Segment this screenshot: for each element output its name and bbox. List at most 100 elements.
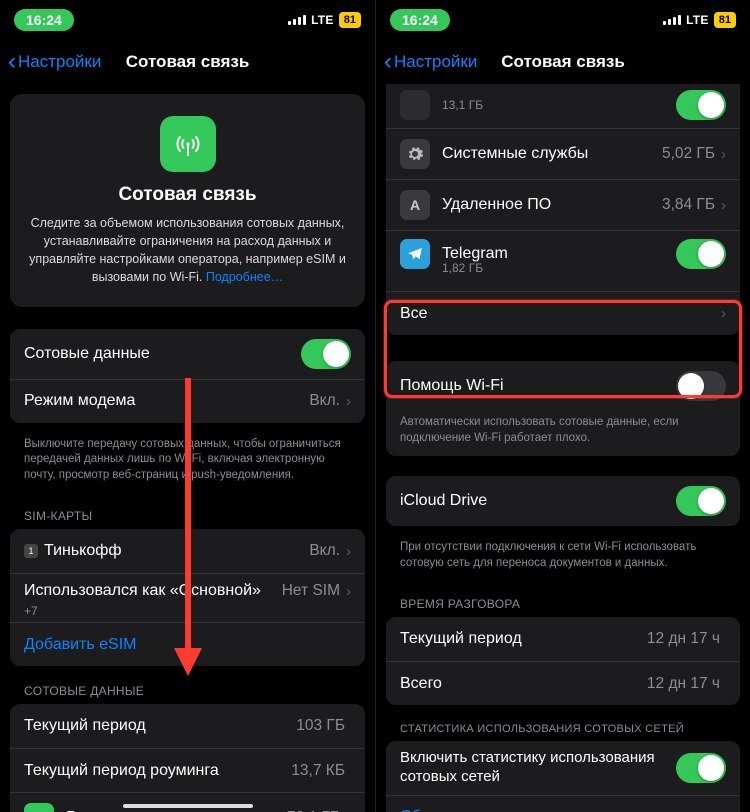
row-sublabel: 1,82 ГБ bbox=[442, 261, 483, 275]
current-period-row[interactable]: Текущий период 103 ГБ bbox=[10, 704, 365, 748]
row-label: Всего bbox=[400, 675, 647, 693]
back-button[interactable]: ‹ Настройки bbox=[384, 50, 477, 74]
signal-icon bbox=[663, 15, 681, 25]
chevron-right-icon: › bbox=[721, 146, 726, 163]
app-usage-row[interactable]: 13,1 ГБ bbox=[386, 84, 740, 128]
home-indicator bbox=[123, 804, 253, 809]
chevron-right-icon: › bbox=[721, 305, 726, 322]
row-label: Текущий период bbox=[24, 717, 296, 735]
icloud-drive-footer: При отсутствии подключения к сети Wi-Fi … bbox=[386, 534, 740, 587]
talk-time-header: ВРЕМЯ РАЗГОВОРА bbox=[386, 587, 740, 617]
row-value: 3,84 ГБ bbox=[662, 196, 715, 214]
battery-indicator: 81 bbox=[714, 12, 736, 28]
page-title: Сотовая связь bbox=[126, 52, 250, 72]
talk-total-row: Всего 12 дн 17 ч bbox=[386, 661, 740, 705]
row-sublabel: +7 bbox=[24, 604, 38, 618]
add-esim-label: Добавить eSIM bbox=[24, 636, 351, 654]
reset-stats-row[interactable]: Сбросить статистику bbox=[386, 795, 740, 812]
cellular-data-row[interactable]: Сотовые данные bbox=[10, 329, 365, 379]
nav-header: ‹ Настройки Сотовая связь bbox=[0, 40, 375, 84]
add-esim-row[interactable]: Добавить eSIM bbox=[10, 622, 365, 666]
row-label: Системные службы bbox=[442, 145, 662, 163]
row-label: Сотовые данные bbox=[24, 345, 301, 363]
icloud-drive-toggle[interactable] bbox=[676, 486, 726, 516]
learn-more-link[interactable]: Подробнее… bbox=[206, 270, 283, 284]
cellular-icon bbox=[160, 116, 216, 172]
system-services-row[interactable]: Системные службы 5,02 ГБ › bbox=[386, 128, 740, 179]
wifi-assist-toggle[interactable] bbox=[676, 371, 726, 401]
row-value: Нет SIM bbox=[282, 582, 340, 600]
enable-stats-toggle[interactable] bbox=[676, 753, 726, 783]
nav-header: ‹ Настройки Сотовая связь bbox=[376, 40, 750, 84]
row-value: 13,7 КБ bbox=[291, 762, 345, 780]
status-right: LTE 81 bbox=[663, 12, 736, 28]
telegram-row[interactable]: Telegram 1,82 ГБ bbox=[386, 230, 740, 291]
content-scroll[interactable]: 13,1 ГБ Системные службы 5,02 ГБ › A Уда… bbox=[376, 84, 750, 812]
apps-usage-group: 13,1 ГБ Системные службы 5,02 ГБ › A Уда… bbox=[386, 84, 740, 335]
battery-indicator: 81 bbox=[339, 12, 361, 28]
reset-stats-label: Сбросить статистику bbox=[400, 808, 726, 812]
row-label: Текущий период роуминга bbox=[24, 762, 291, 780]
cellular-data-toggle[interactable] bbox=[301, 339, 351, 369]
sim-badge-icon: 1 bbox=[24, 544, 38, 558]
page-title: Сотовая связь bbox=[501, 52, 625, 72]
chevron-left-icon: ‹ bbox=[384, 50, 392, 74]
status-right: LTE 81 bbox=[288, 12, 361, 28]
hotspot-icon bbox=[24, 803, 54, 812]
app-toggle[interactable] bbox=[676, 239, 726, 269]
app-toggle[interactable] bbox=[676, 90, 726, 120]
appstore-icon: A bbox=[400, 190, 430, 220]
back-label: Настройки bbox=[394, 52, 477, 72]
app-icon bbox=[400, 90, 430, 120]
hotspot-usage-row[interactable]: Режим модема 78,1 ГБ › bbox=[10, 792, 365, 812]
stats-group: Включить статистику использования сотовы… bbox=[386, 741, 740, 812]
row-label: Режим модема bbox=[24, 392, 309, 410]
row-label: 1Тинькофф bbox=[24, 542, 309, 560]
right-screenshot: 16:24 LTE 81 ‹ Настройки Сотовая связь 1… bbox=[375, 0, 750, 812]
roaming-period-row[interactable]: Текущий период роуминга 13,7 КБ bbox=[10, 748, 365, 792]
enable-stats-row[interactable]: Включить статистику использования сотовы… bbox=[386, 741, 740, 795]
status-time: 16:24 bbox=[390, 9, 450, 31]
icloud-drive-row[interactable]: iCloud Drive bbox=[386, 476, 740, 526]
row-label: iCloud Drive bbox=[400, 492, 676, 510]
sim-row[interactable]: 1Тинькофф Вкл. › bbox=[10, 529, 365, 573]
gear-icon bbox=[400, 139, 430, 169]
row-label: Использовался как «Основной» bbox=[24, 582, 282, 600]
row-value: 103 ГБ bbox=[296, 717, 345, 735]
wifi-assist-row[interactable]: Помощь Wi-Fi bbox=[386, 361, 740, 411]
network-type: LTE bbox=[686, 13, 709, 27]
icloud-drive-group: iCloud Drive bbox=[386, 476, 740, 526]
chevron-right-icon: › bbox=[346, 543, 351, 560]
network-type: LTE bbox=[311, 13, 334, 27]
row-value: 12 дн 17 ч bbox=[647, 675, 720, 693]
sims-header: SIM-КАРТЫ bbox=[10, 499, 365, 529]
hero-title: Сотовая связь bbox=[26, 184, 349, 206]
row-value: 13,1 ГБ bbox=[442, 98, 676, 112]
row-label: Удаленное ПО bbox=[442, 196, 662, 214]
chevron-right-icon: › bbox=[346, 583, 351, 600]
row-value: Вкл. bbox=[309, 392, 340, 410]
cellular-data-group: Сотовые данные Режим модема Вкл. › bbox=[10, 329, 365, 423]
remote-software-row[interactable]: A Удаленное ПО 3,84 ГБ › bbox=[386, 179, 740, 230]
chevron-right-icon: › bbox=[346, 393, 351, 410]
row-label: Текущий период bbox=[400, 630, 647, 648]
chevron-left-icon: ‹ bbox=[8, 50, 16, 74]
row-value: 5,02 ГБ bbox=[662, 145, 715, 163]
wifi-assist-footer: Автоматически использовать сотовые данны… bbox=[386, 411, 740, 456]
stats-header: СТАТИСТИКА ИСПОЛЬЗОВАНИЯ СОТОВЫХ СЕТЕЙ bbox=[386, 713, 740, 741]
personal-hotspot-row[interactable]: Режим модема Вкл. › bbox=[10, 379, 365, 423]
status-time: 16:24 bbox=[14, 9, 74, 31]
content-scroll[interactable]: Сотовая связь Следите за объемом использ… bbox=[0, 84, 375, 812]
back-button[interactable]: ‹ Настройки bbox=[8, 50, 101, 74]
left-screenshot: 16:24 LTE 81 ‹ Настройки Сотовая связь С… bbox=[0, 0, 375, 812]
row-value: 12 дн 17 ч bbox=[647, 630, 720, 648]
used-as-row[interactable]: Использовался как «Основной» +7 Нет SIM … bbox=[10, 573, 365, 622]
chevron-right-icon: › bbox=[721, 197, 726, 214]
talk-time-group: Текущий период 12 дн 17 ч Всего 12 дн 17… bbox=[386, 617, 740, 705]
all-apps-row[interactable]: Все › bbox=[386, 291, 740, 335]
telegram-icon bbox=[400, 239, 430, 269]
row-label: Помощь Wi-Fi bbox=[400, 377, 676, 395]
row-label: Включить статистику использования сотовы… bbox=[400, 749, 676, 787]
hero-card: Сотовая связь Следите за объемом использ… bbox=[10, 94, 365, 307]
sims-group: 1Тинькофф Вкл. › Использовался как «Осно… bbox=[10, 529, 365, 666]
